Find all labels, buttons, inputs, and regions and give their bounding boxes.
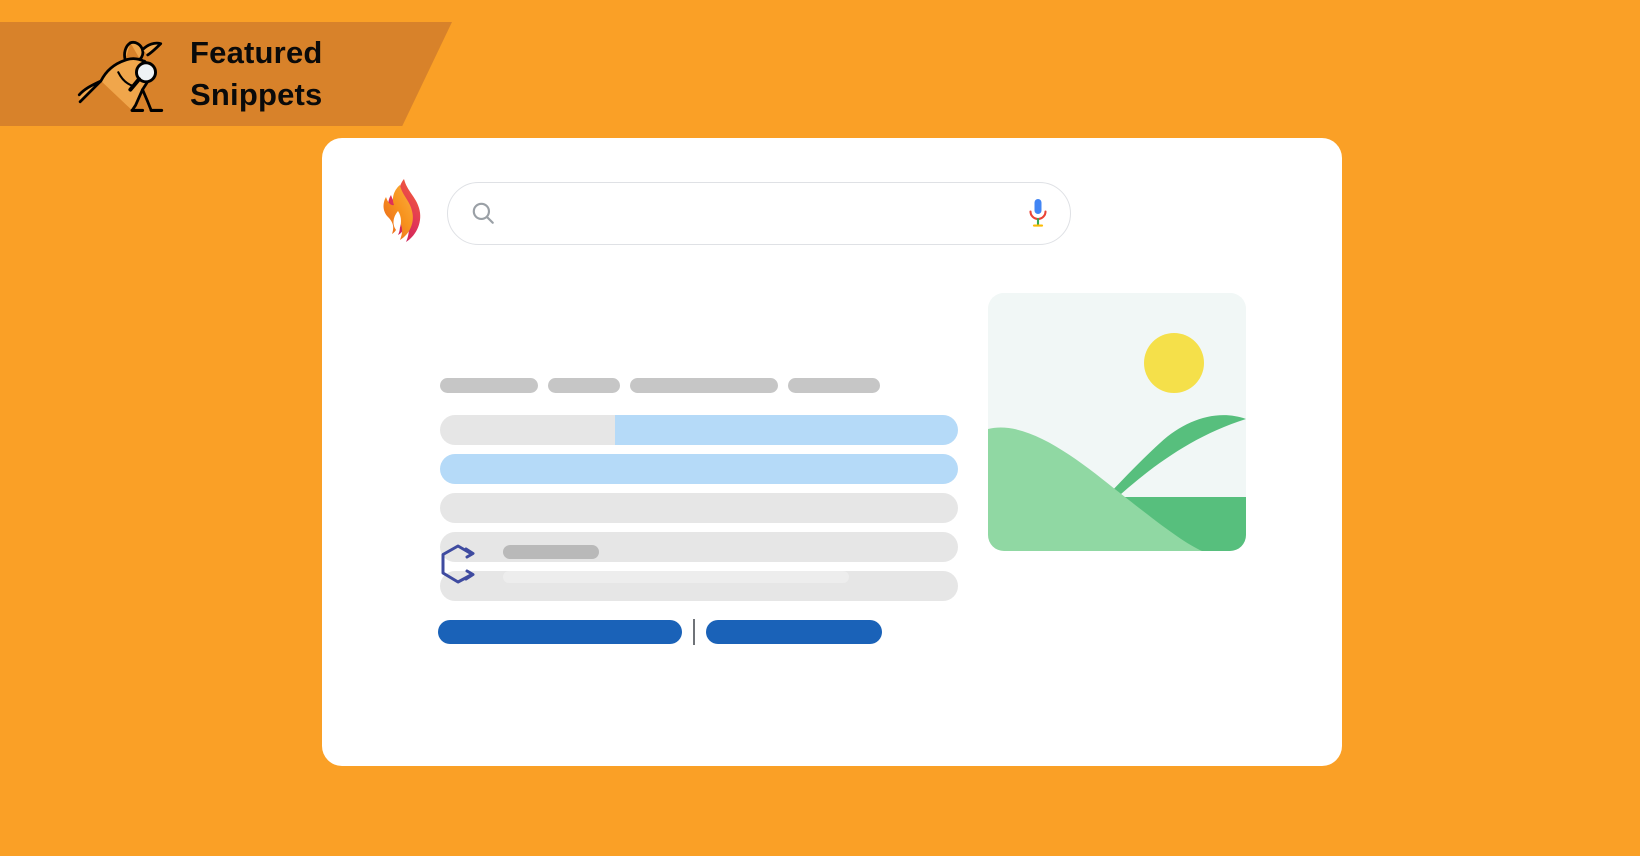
source-title-placeholder (503, 545, 599, 559)
snippet-segment-blue (440, 454, 958, 484)
search-box[interactable] (447, 181, 1071, 245)
flame-logo-icon (378, 177, 426, 249)
banner-title-line-1: Featured (190, 35, 323, 71)
action-link-secondary[interactable] (706, 620, 882, 644)
featured-snippets-banner: Featured Snippets (0, 22, 452, 126)
nav-tab-1[interactable] (440, 378, 538, 393)
nav-tab-2[interactable] (548, 378, 620, 393)
nav-tab-3[interactable] (630, 378, 778, 393)
hexagon-c-logo-icon (437, 541, 479, 587)
search-row (378, 175, 1088, 251)
action-link-primary[interactable] (438, 620, 682, 644)
kangaroo-magnifier-icon (68, 34, 172, 114)
snippet-segment-blue (615, 415, 958, 445)
nav-tab-4[interactable] (788, 378, 880, 393)
snippet-segment-grey (440, 493, 958, 523)
snippet-segment-grey (440, 415, 615, 445)
search-icon (470, 200, 496, 226)
search-input[interactable] (510, 203, 1026, 223)
nav-tabs (440, 378, 880, 393)
source-row[interactable] (437, 538, 849, 587)
action-links (438, 619, 882, 645)
snippet-line-1 (440, 415, 958, 445)
search-results-card (322, 138, 1342, 766)
source-text (503, 538, 849, 583)
landscape-thumbnail[interactable] (988, 293, 1246, 551)
action-divider (693, 619, 695, 645)
microphone-icon[interactable] (1026, 198, 1050, 228)
snippet-line-2 (440, 454, 958, 484)
banner-title-line-2: Snippets (190, 77, 323, 112)
banner-title: Featured Snippets (190, 32, 323, 116)
source-url-placeholder (503, 571, 849, 583)
snippet-line-3 (440, 493, 958, 523)
